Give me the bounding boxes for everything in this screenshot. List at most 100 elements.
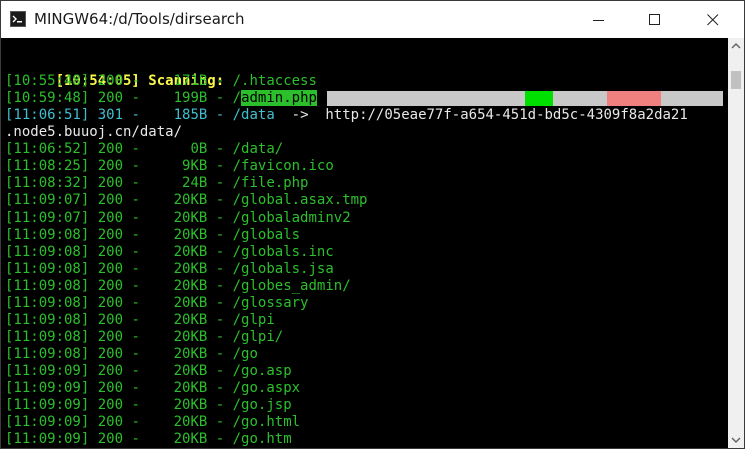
progress-segment (327, 91, 525, 106)
row-size: 20KB (139, 397, 208, 413)
row-sep: - (207, 277, 233, 294)
row-path: /go.asp (232, 362, 292, 379)
row-sep: - (123, 362, 140, 379)
scan-header: [10:54:05] Scanning: (5, 56, 225, 89)
row-sep: - (123, 277, 140, 294)
row-time: [11:09:08] (5, 226, 90, 243)
row-sep: - (207, 90, 233, 107)
row-sep: - (123, 431, 140, 448)
row-sep: - (207, 328, 233, 345)
row-sep (89, 73, 97, 89)
row-size: 20KB (139, 192, 208, 209)
row-sep (89, 141, 97, 157)
row-path: /go (232, 345, 258, 362)
row-size: 20KB (139, 362, 208, 379)
row-sep (89, 158, 97, 174)
redirect-url: http://05eae77f-a654-451d-bd5c-4309f8a2d… (325, 107, 688, 124)
log-row: [11:09:07] 200 - 20KB - /global.asax.tmp (5, 192, 367, 209)
title-bar[interactable]: MINGW64:/d/Tools/dirsearch (1, 1, 744, 38)
row-sep: - (207, 431, 233, 448)
log-row: [11:09:07] 200 - 20KB - /globaladminv2 (5, 210, 351, 227)
row-path: /.htaccess (232, 73, 317, 89)
row-sep: - (207, 158, 233, 175)
row-sep: - (123, 260, 140, 277)
row-sep: - (123, 243, 140, 260)
row-sep (89, 278, 97, 294)
scroll-thumb[interactable] (731, 71, 741, 89)
row-path: /glpi (232, 311, 275, 328)
row-sep (89, 244, 97, 260)
row-sep: - (123, 226, 140, 243)
row-sep (89, 192, 97, 208)
scroll-up-button[interactable] (728, 38, 744, 55)
log-row: [11:09:08] 200 - 20KB - /globes_admin/ (5, 278, 351, 295)
row-path: /globals (232, 226, 301, 243)
row-path: admin.php (241, 90, 317, 107)
row-size: 20KB (139, 311, 208, 328)
row-status: 200 (97, 311, 124, 328)
row-path: /glossary (232, 294, 309, 311)
minimize-button[interactable] (576, 1, 622, 38)
row-sep: - (207, 243, 233, 260)
row-status: 200 (97, 260, 124, 277)
row-path: /go.htm (232, 431, 292, 448)
log-row: [11:09:08] 200 - 20KB - /globals.jsa (5, 261, 334, 278)
row-time: [11:08:25] (5, 158, 90, 175)
progress-bar (327, 91, 723, 106)
row-sep (89, 380, 97, 396)
row-time: [11:08:32] (5, 175, 90, 192)
row-sep (89, 397, 97, 413)
log-row: [11:08:25] 200 - 9KB - /favicon.ico (5, 158, 334, 175)
row-sep (89, 175, 97, 191)
log-row: [11:09:08] 200 - 20KB - /glossary (5, 295, 308, 312)
row-sep (89, 210, 97, 226)
close-button[interactable] (690, 1, 736, 38)
row-sep: - (207, 311, 233, 328)
row-status: 200 (97, 141, 124, 158)
row-sep: - (123, 73, 140, 89)
row-path: /go.jsp (232, 397, 292, 413)
row-sep (89, 363, 97, 379)
log-row: [11:09:08] 200 - 20KB - /glpi/ (5, 329, 283, 346)
row-sep: - (123, 209, 140, 226)
row-size: 20KB (139, 345, 208, 362)
row-status: 200 (97, 243, 124, 260)
row-sep (309, 107, 326, 123)
log-row: [11:08:32] 200 - 24B - /file.php (5, 175, 308, 192)
progress-segment (553, 91, 607, 106)
minimize-icon (593, 19, 604, 21)
terminal-output[interactable]: [10:54:05] Scanning: [10:55:48] 200 - 17… (1, 38, 728, 448)
row-sep (89, 295, 97, 311)
row-sep: / (232, 90, 242, 107)
row-sep (89, 107, 97, 123)
row-path: /globals.inc (232, 243, 334, 260)
row-status: 200 (97, 294, 124, 311)
row-size: 20KB (139, 328, 208, 345)
scroll-down-button[interactable] (728, 431, 744, 448)
row-sep: - (123, 328, 140, 345)
row-status: 301 (97, 107, 124, 124)
log-row: [11:09:09] 200 - 20KB - /go.aspx (5, 380, 300, 397)
vertical-scrollbar[interactable] (728, 38, 744, 448)
row-time: [11:09:08] (5, 243, 90, 260)
row-path: /globes_admin/ (232, 277, 351, 294)
redirect-url-wrap: .node5.buuoj.cn/data/ (5, 124, 183, 141)
row-sep (89, 431, 97, 447)
row-status: 200 (97, 431, 124, 448)
row-time: [11:06:51] (5, 107, 90, 124)
row-sep: - (207, 209, 233, 226)
row-path: /data (232, 107, 275, 124)
row-size: 171B (139, 73, 208, 89)
row-status: 200 (97, 277, 124, 294)
row-sep: - (123, 192, 140, 209)
row-size: 20KB (139, 226, 208, 243)
row-sep: - (123, 294, 140, 311)
progress-segment (607, 91, 661, 106)
maximize-button[interactable] (632, 1, 678, 38)
row-sep: - (123, 414, 140, 431)
row-size: 185B (139, 107, 208, 124)
row-sep: - (207, 294, 233, 311)
log-row: [10:59:48] 200 - 199B - /admin.php (5, 90, 317, 107)
row-time: [11:09:09] (5, 414, 90, 431)
row-path: /globals.jsa (232, 260, 334, 277)
